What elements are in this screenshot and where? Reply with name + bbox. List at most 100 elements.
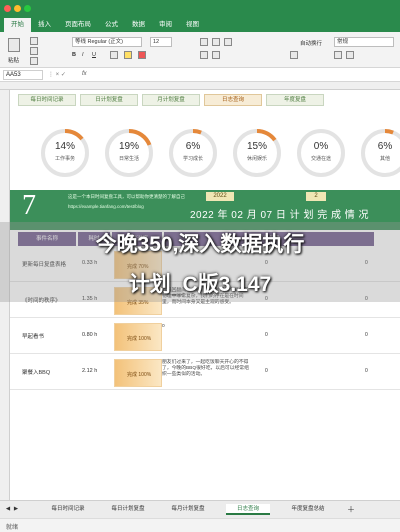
sheet-tab-log-query[interactable]: 日志查询 [226, 504, 270, 515]
ring-percent: 6% [185, 141, 201, 152]
name-box[interactable]: AA53 [3, 70, 43, 80]
banner-subtitle: 这是一个本日时间复盘工具，可以帮助你更清楚的了解自己 [68, 194, 185, 199]
ring-percent: 6% [377, 141, 393, 152]
progress-cell: 完成 100% [114, 359, 162, 387]
progress-text: 完成 100% [127, 372, 152, 378]
sheet-tab-annual-review[interactable]: 年度复盘总结 [280, 504, 336, 515]
table-row[interactable]: 聚餐入BBQ 2.12 h 完成 100% 朋友们过来了，一起吃饭聊天开心的不得了，今… [10, 356, 400, 390]
day-number: 7 [22, 190, 36, 221]
progress-ring: 6% 其他 [358, 126, 400, 180]
tab-scroll-right-icon[interactable]: ▶ [12, 504, 20, 515]
status-text: 就绪 [6, 525, 19, 531]
progress-cell: 完成 100% [114, 323, 162, 351]
ring-label: 交通在途 [310, 156, 331, 162]
outdent-icon[interactable] [212, 51, 220, 59]
fill-color-icon[interactable] [124, 51, 132, 59]
wrap-text-button[interactable]: 自动换行 [300, 39, 322, 47]
ribbon-tabs: 开始 插入 页面布局 公式 数据 审阅 视图 [0, 18, 400, 32]
caption-line-2: 计划_C版3.147 [128, 273, 272, 296]
fx-icon[interactable]: fx [82, 71, 87, 77]
paste-label: 粘贴 [8, 58, 20, 64]
formula-bar: AA53 ⋮ × ✓ fx [0, 68, 400, 82]
merge-center-icon[interactable] [290, 51, 298, 59]
format-painter-icon[interactable] [30, 57, 38, 65]
table-row[interactable]: 早起看书 0.80 h 完成 100% 0 0 0 [10, 320, 400, 354]
borders-icon[interactable] [110, 51, 118, 59]
tab-formulas[interactable]: 公式 [98, 18, 125, 32]
minimize-window-icon[interactable] [14, 5, 21, 12]
ring-label: 休闲娱乐 [246, 156, 267, 162]
tab-page-layout[interactable]: 页面布局 [58, 18, 98, 32]
progress-ring: 14% 工作事务 [38, 126, 92, 180]
value-cell: 0 [365, 332, 368, 338]
status-bar: 就绪 [0, 518, 400, 532]
tab-review[interactable]: 审阅 [152, 18, 179, 32]
sheet-tab-daily-plan-review[interactable]: 每日计划复盘 [100, 504, 156, 515]
nav-daily-time-log[interactable]: 每日时间记录 [18, 94, 76, 106]
bold-button[interactable]: B [72, 52, 76, 58]
progress-ring: 0% 交通在途 [294, 126, 348, 180]
ring-label: 学习成长 [182, 156, 203, 162]
ring-label: 工作事务 [54, 156, 75, 162]
ring-percent: 19% [118, 141, 139, 152]
event-hours: 0.80 h [82, 332, 98, 338]
ribbon-toolbar: 粘贴 等线 Regular (正文) 12 B I U 自动换行 常规 [0, 32, 400, 68]
nav-annual-review[interactable]: 年度复盘 [266, 94, 324, 106]
caption-line-1: 今晚350,深入数据执行 [95, 233, 305, 256]
progress-ring: 15% 休闲娱乐 [230, 126, 284, 180]
event-hours: 2.12 h [82, 368, 98, 374]
paste-icon[interactable] [8, 38, 20, 52]
tab-insert[interactable]: 插入 [31, 18, 58, 32]
year-select[interactable]: 2022 [206, 192, 234, 201]
align-center-icon[interactable] [212, 38, 220, 46]
maximize-window-icon[interactable] [24, 5, 31, 12]
banner-url: https://example.tianfang.com/test/blog [68, 204, 144, 209]
sheet-tabs: ◀ ▶ 每日时间记录 每日计划复盘 每月计划复盘 日志查询 年度复盘总结 ＋ [0, 500, 400, 518]
excel-window: 开始 插入 页面布局 公式 数据 审阅 视图 粘贴 等线 Regular (正文… [0, 0, 400, 532]
tab-data[interactable]: 数据 [125, 18, 152, 32]
progress-ring: 19% 日常生活 [102, 126, 156, 180]
number-format-select[interactable]: 常规 [334, 37, 394, 47]
event-name: 聚餐入BBQ [22, 370, 51, 376]
ring-label: 日常生活 [118, 156, 139, 162]
tab-scroll-left-icon[interactable]: ◀ [4, 504, 12, 515]
column-headers[interactable] [0, 82, 400, 90]
font-name-select[interactable]: 等线 Regular (正文) [72, 37, 142, 47]
currency-icon[interactable] [334, 51, 342, 59]
sheet-tab-daily-time-log[interactable]: 每日时间记录 [40, 504, 96, 515]
event-name: 早起看书 [22, 334, 45, 340]
tab-view[interactable]: 视图 [179, 18, 206, 32]
add-sheet-icon[interactable]: ＋ [346, 504, 356, 515]
ring-percent: 15% [246, 141, 267, 152]
progress-ring: 6% 学习成长 [166, 126, 220, 180]
tab-home[interactable]: 开始 [4, 18, 31, 32]
copy-icon[interactable] [30, 47, 38, 55]
close-window-icon[interactable] [4, 5, 11, 12]
value-cell: 0 [265, 332, 268, 338]
title-bar [0, 0, 400, 18]
font-size-select[interactable]: 12 [150, 37, 172, 47]
indent-icon[interactable] [200, 51, 208, 59]
percent-icon[interactable] [346, 51, 354, 59]
sheet-tab-monthly-plan-review[interactable]: 每月计划复盘 [160, 504, 216, 515]
event-review: 0 [162, 324, 165, 329]
formula-separator: ⋮ × ✓ [48, 72, 66, 78]
nav-monthly-plan-review[interactable]: 月计划复盘 [142, 94, 200, 106]
ring-label: 其他 [379, 156, 390, 162]
italic-button[interactable]: I [82, 52, 84, 58]
nav-daily-plan-review[interactable]: 日计划复盘 [80, 94, 138, 106]
align-left-icon[interactable] [200, 38, 208, 46]
cut-icon[interactable] [30, 37, 38, 45]
value-cell: 0 [365, 368, 368, 374]
nav-log-query[interactable]: 日志查询 [204, 94, 262, 106]
month-select[interactable]: 2 [306, 192, 326, 201]
event-review: 朋友们过来了，一起吃饭聊天开心的不得了，今晚的BBQ很好吃，以后可以经常组织一些… [162, 360, 249, 378]
ring-percent: 0% [313, 141, 329, 152]
value-cell: 0 [265, 368, 268, 374]
align-right-icon[interactable] [224, 38, 232, 46]
plan-title: 2022 年 02 月 07 日 计 划 完 成 情 况 [190, 210, 370, 221]
ring-percent: 14% [54, 141, 75, 152]
font-color-icon[interactable] [138, 51, 146, 59]
underline-button[interactable]: U [92, 52, 96, 58]
progress-text: 完成 100% [127, 336, 152, 342]
